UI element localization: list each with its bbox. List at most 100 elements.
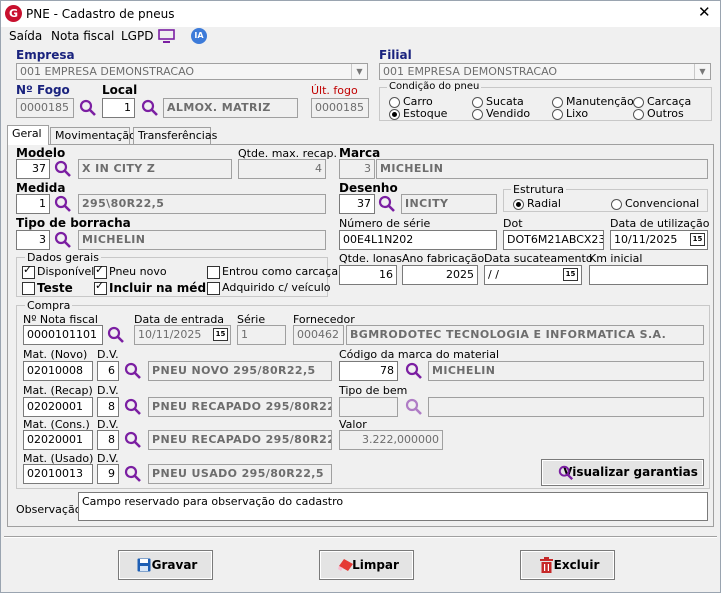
chevron-down-icon[interactable]: ▼ [694, 64, 710, 79]
ano-input[interactable]: 2025 [402, 265, 478, 285]
search-icon[interactable] [378, 195, 396, 213]
monitor-icon[interactable] [158, 29, 175, 44]
search-icon[interactable] [124, 465, 142, 483]
local-label: Local [102, 83, 138, 97]
desenho-code-input[interactable]: 37 [339, 194, 375, 214]
mat-usado-input[interactable]: 02010013 [23, 464, 93, 484]
chevron-down-icon[interactable]: ▼ [351, 64, 367, 79]
calendar-icon[interactable]: 15 [690, 233, 705, 246]
km-label: Km inicial [589, 252, 643, 265]
marca-code-display: 3 [339, 159, 375, 179]
mat-usado-name-display: PNEU USADO 295/80R22,5 [148, 464, 332, 484]
lonas-input[interactable]: 16 [339, 265, 397, 285]
checkbox-teste[interactable]: Teste [22, 281, 73, 295]
radio-convencional[interactable]: Convencional [611, 197, 699, 210]
empresa-label: Empresa [16, 48, 75, 62]
km-input[interactable] [589, 265, 708, 285]
menu-lgpd[interactable]: LGPD [121, 29, 153, 43]
checkbox-disponivel[interactable]: Disponível [22, 263, 94, 279]
title-bar: G PNE - Cadastro de pneus ✕ [1, 1, 720, 27]
search-icon[interactable] [54, 231, 72, 249]
search-icon[interactable] [124, 431, 142, 449]
mat-cons-input[interactable]: 02020001 [23, 430, 93, 450]
serie-label: Número de série [339, 217, 431, 230]
mat-novo-input[interactable]: 02010008 [23, 361, 93, 381]
radio-outros[interactable]: Outros [633, 107, 684, 120]
ult-fogo-label: Últ. fogo [311, 84, 358, 97]
mat-novo-name-display: PNEU NOVO 295/80R22,5 [148, 361, 332, 381]
filial-select[interactable]: 001 EMPRESA DEMONSTRACAO ▼ [379, 63, 711, 80]
cod-marca-label: Código da marca do material [339, 348, 500, 361]
menu-saida[interactable]: Saída [9, 29, 42, 43]
calendar-icon[interactable]: 15 [563, 268, 578, 281]
mat-recap-input[interactable]: 02020001 [23, 397, 93, 417]
checkbox-adquirido[interactable]: Adquirido c/ veículo [207, 281, 331, 295]
data-util-label: Data de utilização [610, 217, 710, 230]
search-icon[interactable] [405, 398, 423, 416]
search-icon[interactable] [124, 362, 142, 380]
mat-cons-name-display: PNEU RECAPADO 295/80R22,5 [148, 430, 332, 450]
dot-input[interactable]: DOT6M21ABCX23 [503, 230, 604, 250]
mat-usado-dv-input[interactable]: 9 [97, 464, 119, 484]
compra-serie-display: 1 [237, 325, 286, 345]
local-code-input[interactable]: 1 [102, 98, 135, 118]
radio-vendido[interactable]: Vendido [472, 107, 530, 120]
search-icon[interactable] [54, 195, 72, 213]
tab-geral[interactable]: Geral [7, 125, 49, 145]
radio-estoque[interactable]: Estoque [389, 107, 447, 120]
fornecedor-code-display: 000462 [293, 325, 344, 345]
checkbox-incluir-media[interactable]: Incluir na média [94, 279, 218, 295]
serie-input[interactable]: 00E4L1N202 [339, 230, 497, 250]
tipo-bem-code-display [339, 397, 398, 417]
borracha-label: Tipo de borracha [16, 216, 131, 230]
tipo-bem-name-display [428, 397, 704, 417]
search-icon[interactable] [141, 99, 159, 117]
search-icon[interactable] [124, 398, 142, 416]
menu-nota-fiscal[interactable]: Nota fiscal [51, 29, 114, 43]
visualizar-garantias-label: Visualizar garantias [563, 465, 698, 479]
calendar-icon[interactable]: 15 [213, 328, 228, 341]
close-icon[interactable]: ✕ [698, 5, 711, 20]
search-icon[interactable] [107, 326, 125, 344]
search-icon[interactable] [54, 160, 72, 178]
dot-label: Dot [503, 217, 523, 230]
ia-icon[interactable]: IA [191, 28, 207, 44]
borracha-code-input[interactable]: 3 [16, 230, 50, 250]
dv-label: D.V. [97, 384, 119, 397]
mat-cons-dv-input[interactable]: 8 [97, 430, 119, 450]
sucateamento-label: Data sucateamento [484, 252, 593, 265]
search-icon[interactable] [79, 99, 97, 117]
filial-value: 001 EMPRESA DEMONSTRACAO [383, 65, 558, 78]
empresa-select[interactable]: 001 EMPRESA DEMONSTRACAO ▼ [16, 63, 368, 80]
ano-label: Ano fabricação [402, 252, 485, 265]
tab-transferencias[interactable]: Transferências [133, 127, 217, 144]
tab-movimentacao[interactable]: Movimentação [50, 127, 136, 144]
radio-lixo[interactable]: Lixo [552, 107, 588, 120]
obs-label: Observação [16, 503, 82, 516]
marca-label: Marca [339, 146, 381, 160]
nf-input[interactable]: 0000101101 [23, 325, 103, 345]
excluir-button[interactable]: Excluir [520, 550, 615, 580]
dv-label: D.V. [97, 348, 119, 361]
limpar-button[interactable]: Limpar [319, 550, 414, 580]
cod-marca-input[interactable]: 78 [339, 361, 398, 381]
mat-recap-dv-input[interactable]: 8 [97, 397, 119, 417]
search-icon[interactable] [405, 362, 423, 380]
estrutura-title: Estrutura [511, 183, 567, 196]
checkbox-entrou-carcaca[interactable]: Entrou como carcaça [207, 265, 338, 279]
radio-radial[interactable]: Radial [513, 197, 561, 210]
mat-recap-name-display: PNEU RECAPADO 295/80R22,5 [148, 397, 332, 417]
checkbox-pneu-novo[interactable]: Pneu novo [94, 263, 167, 279]
modelo-code-input[interactable]: 37 [16, 159, 50, 179]
lonas-label: Qtde. lonas [339, 252, 402, 265]
visualizar-garantias-button[interactable]: Visualizar garantias [541, 459, 704, 486]
medida-code-input[interactable]: 1 [16, 194, 50, 214]
fogo-input[interactable]: 0000185 [16, 98, 74, 118]
floppy-disk-icon [137, 558, 151, 572]
eraser-icon [338, 559, 353, 571]
window: G PNE - Cadastro de pneus ✕ Saída Nota f… [0, 0, 721, 593]
gravar-button[interactable]: Gravar [118, 550, 213, 580]
obs-textarea[interactable]: Campo reservado para observação do cadas… [78, 492, 708, 521]
desenho-label: Desenho [339, 181, 398, 195]
mat-novo-dv-input[interactable]: 6 [97, 361, 119, 381]
